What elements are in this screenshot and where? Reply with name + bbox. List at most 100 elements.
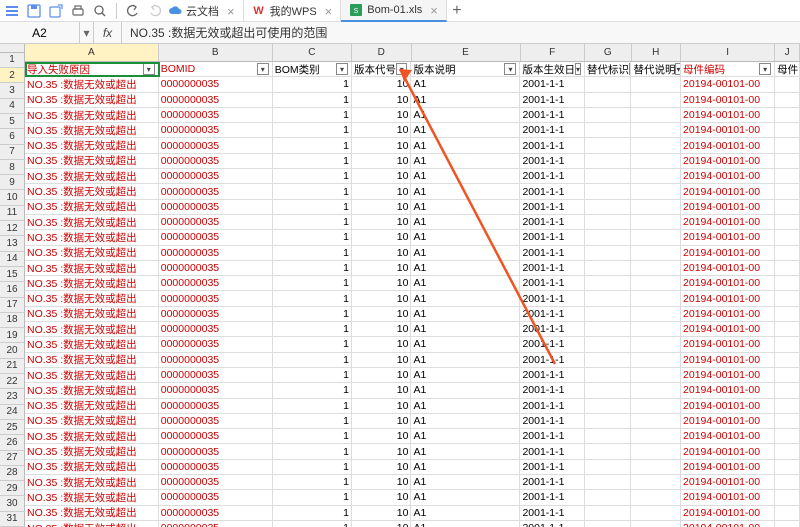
cell[interactable]: A1	[411, 108, 520, 123]
cell[interactable]: 20194-00101-00	[681, 490, 775, 505]
cell[interactable]	[775, 276, 800, 291]
cell[interactable]: NO.35 :数据无效或超出	[25, 307, 159, 322]
cell[interactable]: 1	[273, 353, 352, 368]
cell[interactable]: 0000000035	[159, 506, 273, 521]
close-icon[interactable]: ×	[325, 4, 333, 19]
cell[interactable]: NO.35 :数据无效或超出	[25, 184, 159, 199]
cell[interactable]: 20194-00101-00	[681, 307, 775, 322]
cell[interactable]	[585, 444, 632, 459]
cell[interactable]	[775, 138, 800, 153]
cell[interactable]: 10	[352, 215, 411, 230]
cell[interactable]: 20194-00101-00	[681, 246, 775, 261]
cell[interactable]: A1	[411, 353, 520, 368]
cell[interactable]: NO.35 :数据无效或超出	[25, 506, 159, 521]
row-header[interactable]: 14	[0, 252, 24, 267]
cell[interactable]: NO.35 :数据无效或超出	[25, 383, 159, 398]
cell[interactable]	[585, 337, 632, 352]
cell[interactable]: 2001-1-1	[520, 444, 584, 459]
cell[interactable]: 20194-00101-00	[681, 154, 775, 169]
row-header[interactable]: 28	[0, 466, 24, 481]
cell[interactable]: 10	[352, 138, 411, 153]
cell[interactable]: 1	[273, 307, 352, 322]
cell[interactable]	[631, 123, 681, 138]
cell[interactable]: 20194-00101-00	[681, 138, 775, 153]
cell[interactable]: 2001-1-1	[520, 460, 584, 475]
cell[interactable]: 2001-1-1	[520, 123, 584, 138]
cell[interactable]: 1	[273, 429, 352, 444]
cell[interactable]: 2001-1-1	[520, 506, 584, 521]
cell[interactable]: A1	[411, 138, 520, 153]
cell[interactable]	[775, 108, 800, 123]
cell[interactable]: 2001-1-1	[520, 429, 584, 444]
cell[interactable]	[775, 93, 800, 108]
cell[interactable]: NO.35 :数据无效或超出	[25, 246, 159, 261]
cell[interactable]: A1	[411, 322, 520, 337]
cell[interactable]: 2001-1-1	[520, 169, 584, 184]
cell[interactable]: A1	[411, 460, 520, 475]
cell[interactable]	[775, 353, 800, 368]
cell[interactable]: 20194-00101-00	[681, 460, 775, 475]
cell[interactable]: 0000000035	[159, 230, 273, 245]
row-header[interactable]: 8	[0, 160, 24, 175]
header-cell[interactable]: 母件	[775, 62, 800, 77]
cell[interactable]: 2001-1-1	[520, 490, 584, 505]
cell[interactable]: 0000000035	[159, 444, 273, 459]
cell[interactable]: A1	[411, 154, 520, 169]
cell[interactable]	[631, 93, 681, 108]
cell[interactable]: 0000000035	[159, 291, 273, 306]
col-header-C[interactable]: C	[273, 44, 352, 61]
cell[interactable]: 10	[352, 429, 411, 444]
cell[interactable]: 2001-1-1	[520, 184, 584, 199]
cell[interactable]: 20194-00101-00	[681, 337, 775, 352]
row-header[interactable]: 31	[0, 512, 24, 527]
cell[interactable]: 1	[273, 77, 352, 92]
cell[interactable]: A1	[411, 506, 520, 521]
row-header[interactable]: 25	[0, 420, 24, 435]
cell[interactable]: 10	[352, 291, 411, 306]
cell[interactable]: 20194-00101-00	[681, 276, 775, 291]
cell[interactable]	[585, 521, 632, 527]
cell[interactable]: A1	[411, 414, 520, 429]
cell[interactable]	[775, 246, 800, 261]
cell[interactable]	[585, 399, 632, 414]
cell[interactable]: NO.35 :数据无效或超出	[25, 429, 159, 444]
col-header-H[interactable]: H	[632, 44, 682, 61]
cell[interactable]: 10	[352, 77, 411, 92]
cell[interactable]	[631, 337, 681, 352]
cell[interactable]: NO.35 :数据无效或超出	[25, 337, 159, 352]
row-header[interactable]: 22	[0, 374, 24, 389]
cell[interactable]: 0000000035	[159, 322, 273, 337]
row-header[interactable]: 21	[0, 359, 24, 374]
cell[interactable]: A1	[411, 246, 520, 261]
cell[interactable]	[631, 322, 681, 337]
cell[interactable]: NO.35 :数据无效或超出	[25, 444, 159, 459]
cell[interactable]: 2001-1-1	[520, 353, 584, 368]
col-header-A[interactable]: A	[25, 44, 159, 61]
cell[interactable]: 0000000035	[159, 123, 273, 138]
cell[interactable]: NO.35 :数据无效或超出	[25, 138, 159, 153]
cell[interactable]: 2001-1-1	[520, 93, 584, 108]
cell[interactable]: 10	[352, 399, 411, 414]
cell[interactable]: 0000000035	[159, 490, 273, 505]
cell[interactable]: 20194-00101-00	[681, 169, 775, 184]
cell[interactable]: A1	[411, 215, 520, 230]
cell[interactable]	[775, 368, 800, 383]
cell[interactable]: 2001-1-1	[520, 383, 584, 398]
cell[interactable]	[631, 460, 681, 475]
row-header[interactable]: 10	[0, 190, 24, 205]
cell[interactable]: 0000000035	[159, 521, 273, 527]
cell[interactable]: A1	[411, 383, 520, 398]
cell[interactable]: 10	[352, 169, 411, 184]
cell[interactable]: NO.35 :数据无效或超出	[25, 490, 159, 505]
filter-dropdown-icon[interactable]: ▾	[336, 63, 348, 75]
cell[interactable]: 2001-1-1	[520, 521, 584, 527]
cell[interactable]: 1	[273, 169, 352, 184]
cell[interactable]: 1	[273, 383, 352, 398]
add-tab-button[interactable]: +	[447, 2, 467, 20]
cell[interactable]: 1	[273, 506, 352, 521]
cell[interactable]	[631, 108, 681, 123]
cell[interactable]: A1	[411, 93, 520, 108]
cell[interactable]	[585, 383, 632, 398]
cell[interactable]: 2001-1-1	[520, 322, 584, 337]
cell[interactable]: 0000000035	[159, 368, 273, 383]
